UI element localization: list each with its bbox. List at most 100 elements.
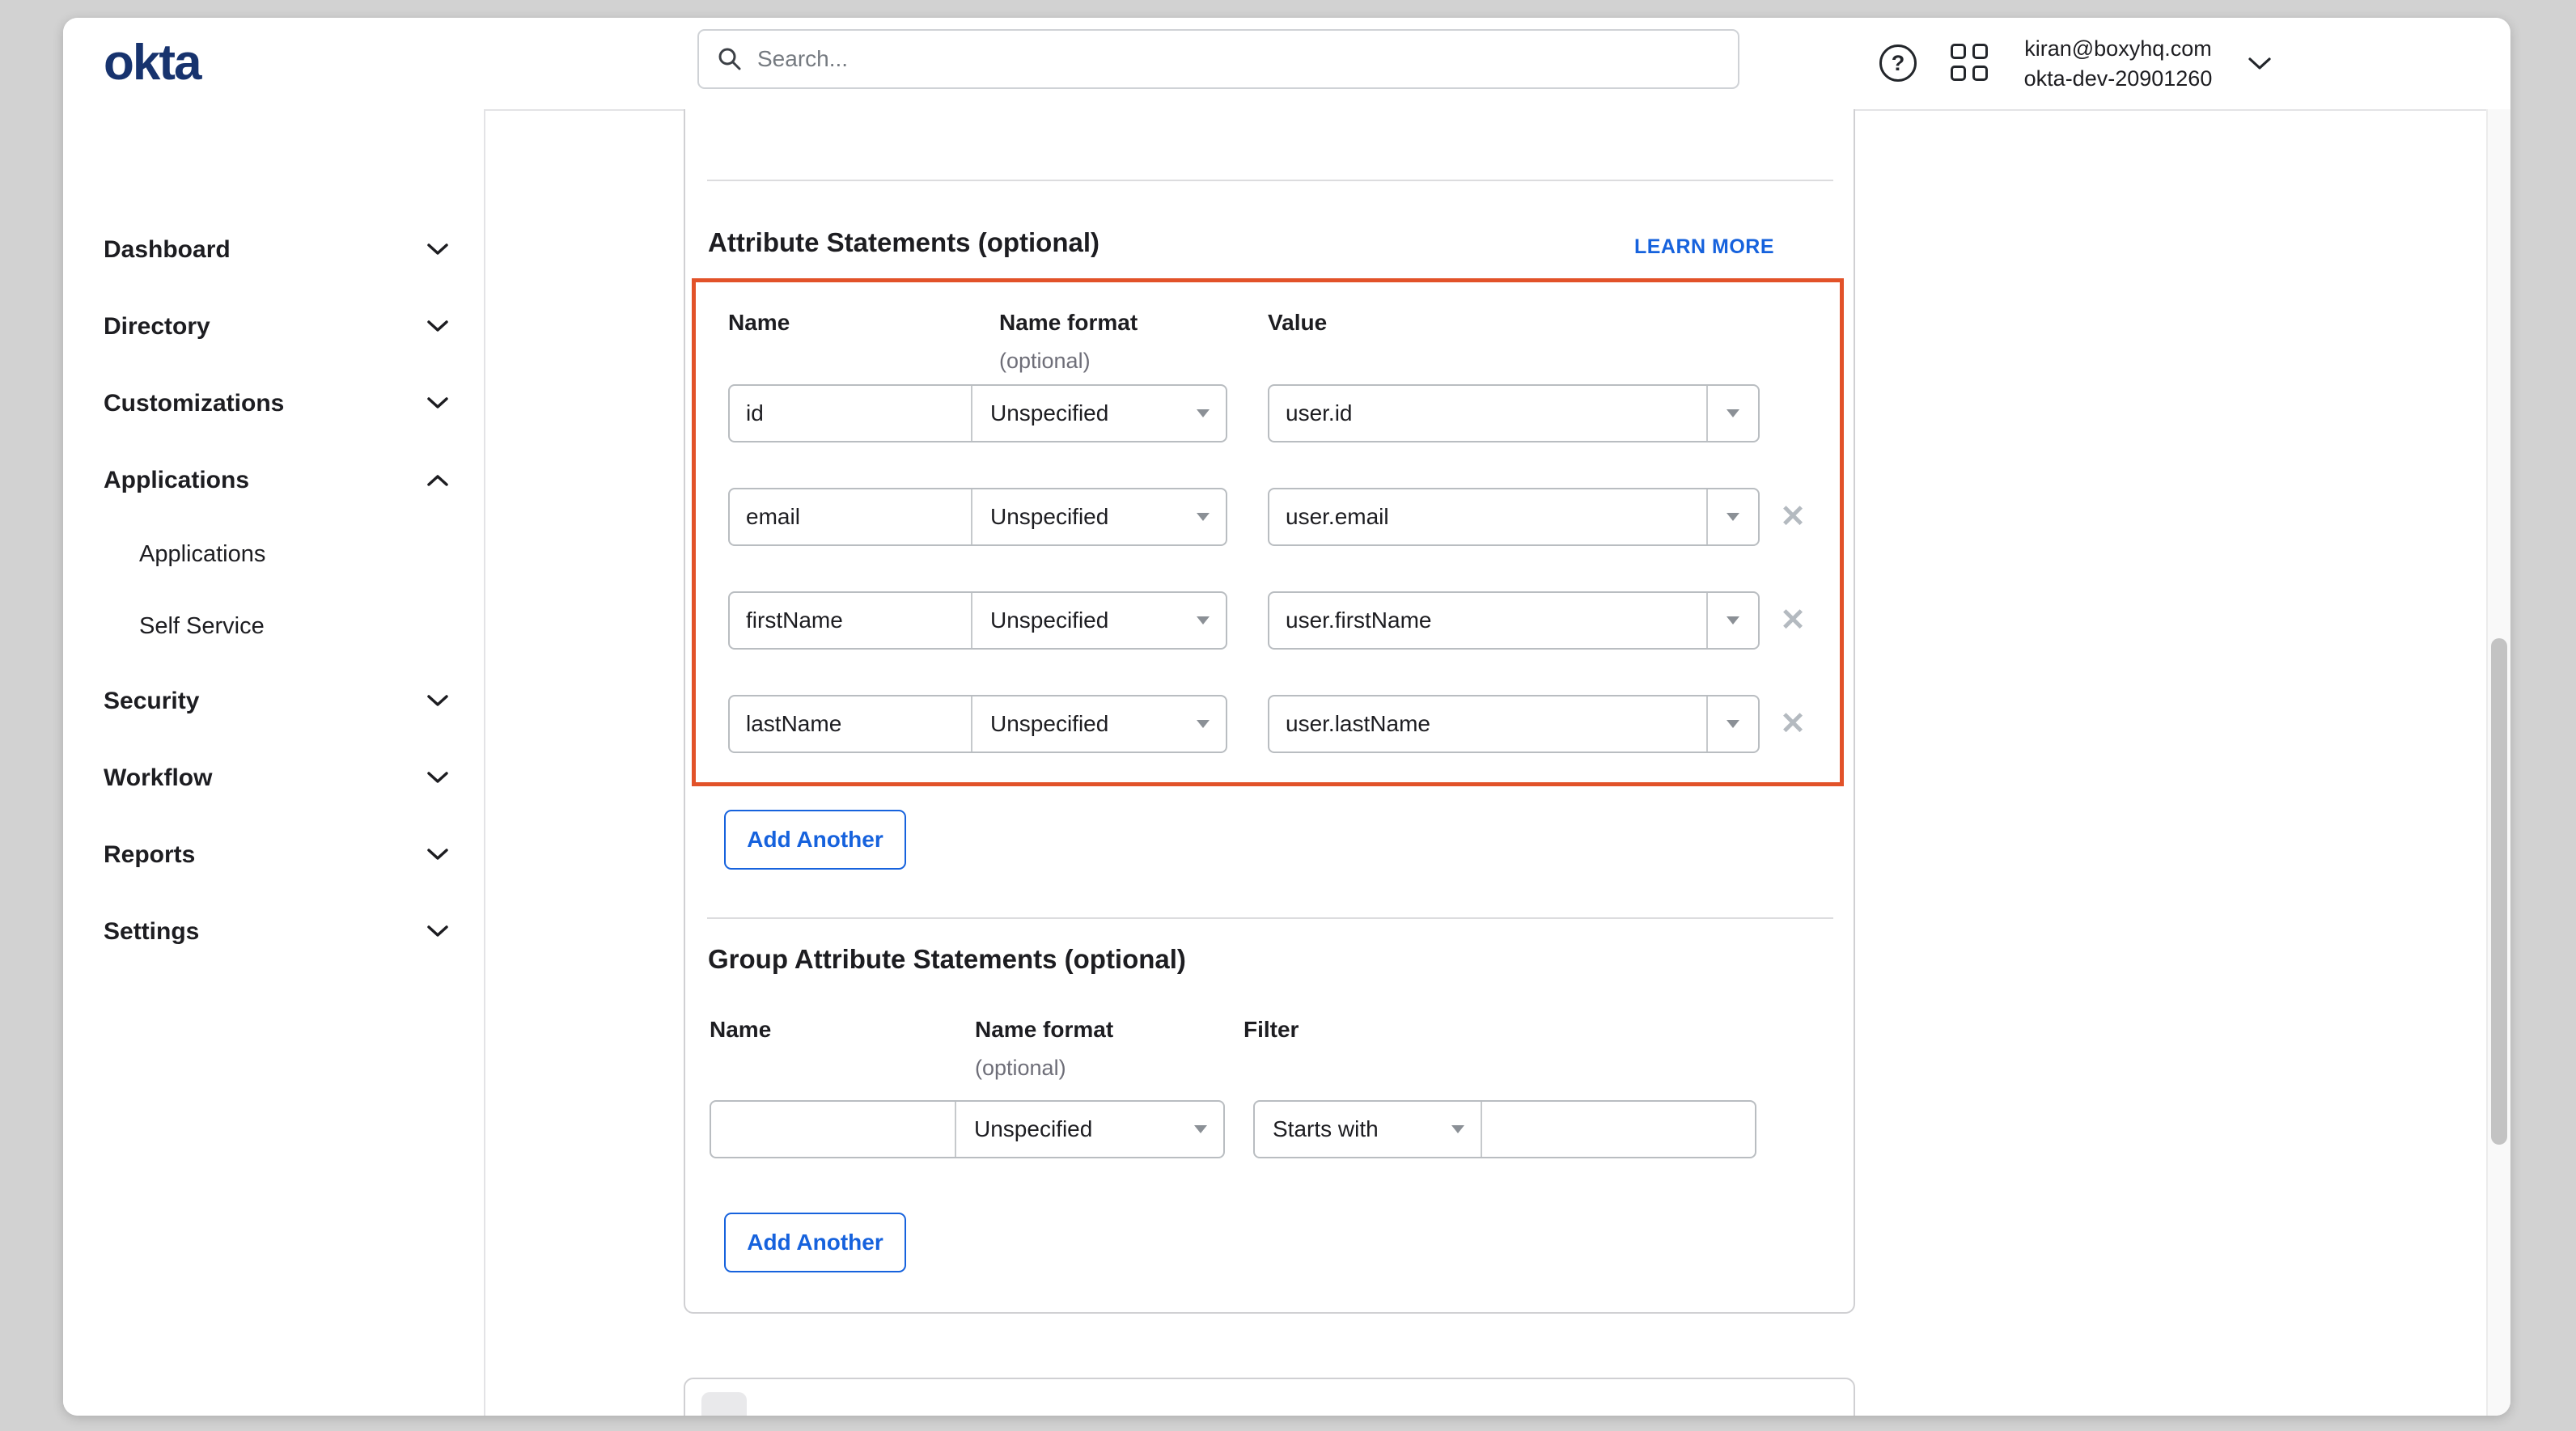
- chevron-down-icon: [427, 397, 448, 409]
- attribute-name-input[interactable]: [730, 504, 971, 530]
- search-input[interactable]: [756, 45, 1714, 73]
- section-icon-placeholder: [701, 1392, 747, 1416]
- sidebar-item-label: Workflow: [104, 764, 212, 792]
- group-rows: Unspecified Starts with: [685, 1100, 1854, 1158]
- group-columns-header: Name Name format (optional) Filter: [685, 1017, 1854, 1098]
- name-and-format-field: Unspecified: [710, 1100, 1225, 1158]
- name-format-value: Unspecified: [974, 1116, 1092, 1142]
- group-attribute-statement-row: Unspecified Starts with: [710, 1100, 1854, 1158]
- attribute-statements-highlight-box: Name Name format (optional) Value Unspec…: [692, 278, 1844, 786]
- attribute-value-field: [1269, 386, 1706, 441]
- name-format-select[interactable]: Unspecified: [972, 386, 1226, 441]
- sidebar-item-label: Dashboard: [104, 236, 231, 264]
- value-dropdown-button[interactable]: [1706, 696, 1758, 751]
- next-section-panel: [684, 1378, 1855, 1416]
- add-another-group-attribute-button[interactable]: Add Another: [724, 1213, 906, 1272]
- top-header: okta ? kiran@boxyhq.com okta-dev-2090126…: [63, 18, 2510, 111]
- value-dropdown-button[interactable]: [1706, 593, 1758, 648]
- sidebar-item-workflow[interactable]: Workflow: [63, 739, 484, 816]
- sidebar-item-label: Security: [104, 688, 199, 715]
- learn-more-link[interactable]: LEARN MORE: [1634, 235, 1774, 259]
- remove-row-button[interactable]: ✕: [1774, 496, 1811, 538]
- scrollbar-thumb[interactable]: [2491, 638, 2507, 1145]
- column-note-optional: (optional): [999, 349, 1091, 374]
- chevron-down-icon: [427, 243, 448, 256]
- attribute-statement-row: Unspecified ✕: [728, 591, 1840, 650]
- name-and-format-field: Unspecified: [728, 591, 1227, 650]
- remove-row-button[interactable]: ✕: [1774, 703, 1811, 745]
- apps-grid-icon[interactable]: [1951, 44, 1989, 83]
- attribute-name-input[interactable]: [730, 711, 971, 737]
- attribute-value-input[interactable]: [1269, 711, 1706, 737]
- sidebar-item-label: Settings: [104, 918, 199, 946]
- attribute-value-combobox: [1268, 384, 1760, 442]
- add-another-attribute-button[interactable]: Add Another: [724, 810, 906, 870]
- group-filter-field: Starts with: [1253, 1100, 1756, 1158]
- attribute-name-field: [730, 489, 972, 544]
- name-format-select[interactable]: Unspecified: [972, 593, 1226, 648]
- grid-square: [1972, 44, 1988, 59]
- name-format-select[interactable]: Unspecified: [972, 489, 1226, 544]
- filter-value-input[interactable]: [1482, 1116, 1755, 1142]
- attribute-columns-header: Name Name format (optional) Value: [696, 310, 1840, 384]
- sidebar-item-dashboard[interactable]: Dashboard: [63, 211, 484, 288]
- scrollbar-track[interactable]: [2486, 109, 2510, 1416]
- sidebar-nav: Dashboard Directory Customizations Appli…: [63, 109, 485, 1416]
- chevron-down-icon[interactable]: [2248, 57, 2272, 71]
- grid-square: [1972, 66, 1988, 81]
- chevron-down-icon: [1727, 513, 1739, 521]
- column-header-format: Name format: [999, 310, 1138, 336]
- help-icon[interactable]: ?: [1879, 44, 1917, 82]
- attribute-value-input[interactable]: [1269, 504, 1706, 530]
- attribute-statement-row: Unspecified ✕: [728, 695, 1840, 753]
- attribute-name-input[interactable]: [730, 400, 971, 426]
- sidebar-subitem-applications[interactable]: Applications: [63, 519, 484, 591]
- chevron-up-icon: [427, 474, 448, 486]
- app-window: okta ? kiran@boxyhq.com okta-dev-2090126…: [63, 18, 2510, 1416]
- sidebar-item-applications[interactable]: Applications: [63, 442, 484, 519]
- chevron-down-icon: [427, 320, 448, 332]
- name-format-select[interactable]: Unspecified: [956, 1102, 1223, 1157]
- column-header-value: Value: [1268, 310, 1327, 336]
- remove-row-button[interactable]: ✕: [1774, 599, 1811, 641]
- sidebar-item-security[interactable]: Security: [63, 663, 484, 739]
- name-format-select[interactable]: Unspecified: [972, 696, 1226, 751]
- attribute-statement-row: Unspecified ✕: [728, 488, 1840, 546]
- filter-value-field: [1482, 1102, 1755, 1157]
- column-header-name: Name: [710, 1017, 771, 1043]
- section-divider: [707, 917, 1833, 919]
- sidebar-item-label: Directory: [104, 313, 210, 341]
- chevron-down-icon: [1197, 409, 1210, 417]
- sidebar-item-directory[interactable]: Directory: [63, 288, 484, 365]
- sidebar-subitem-self-service[interactable]: Self Service: [63, 591, 484, 663]
- okta-logo: okta: [104, 34, 200, 91]
- user-email: kiran@boxyhq.com: [2008, 32, 2228, 65]
- attribute-value-field: [1269, 593, 1706, 648]
- chevron-down-icon: [1727, 616, 1739, 624]
- attribute-value-input[interactable]: [1269, 608, 1706, 633]
- chevron-down-icon: [1197, 720, 1210, 728]
- sidebar-item-customizations[interactable]: Customizations: [63, 365, 484, 442]
- saml-settings-panel: Attribute Statements (optional) LEARN MO…: [684, 109, 1855, 1314]
- name-format-value: Unspecified: [990, 400, 1108, 426]
- attribute-statement-row: Unspecified ✕: [728, 384, 1840, 442]
- group-name-input[interactable]: [711, 1116, 955, 1142]
- attribute-value-field: [1269, 489, 1706, 544]
- column-note-optional: (optional): [975, 1056, 1066, 1081]
- sidebar-item-settings[interactable]: Settings: [63, 893, 484, 970]
- sidebar-item-label: Applications: [104, 467, 249, 494]
- group-name-field: [711, 1102, 956, 1157]
- name-format-value: Unspecified: [990, 711, 1108, 737]
- user-menu[interactable]: kiran@boxyhq.com okta-dev-20901260: [2008, 32, 2228, 95]
- attribute-value-input[interactable]: [1269, 400, 1706, 426]
- value-dropdown-button[interactable]: [1706, 489, 1758, 544]
- sidebar-item-label: Reports: [104, 841, 195, 869]
- value-dropdown-button[interactable]: [1706, 386, 1758, 441]
- chevron-down-icon: [1194, 1125, 1207, 1133]
- filter-type-select[interactable]: Starts with: [1255, 1102, 1482, 1157]
- column-header-filter: Filter: [1244, 1017, 1299, 1043]
- attribute-name-input[interactable]: [730, 608, 971, 633]
- name-and-format-field: Unspecified: [728, 488, 1227, 546]
- sidebar-item-reports[interactable]: Reports: [63, 816, 484, 893]
- chevron-down-icon: [427, 772, 448, 784]
